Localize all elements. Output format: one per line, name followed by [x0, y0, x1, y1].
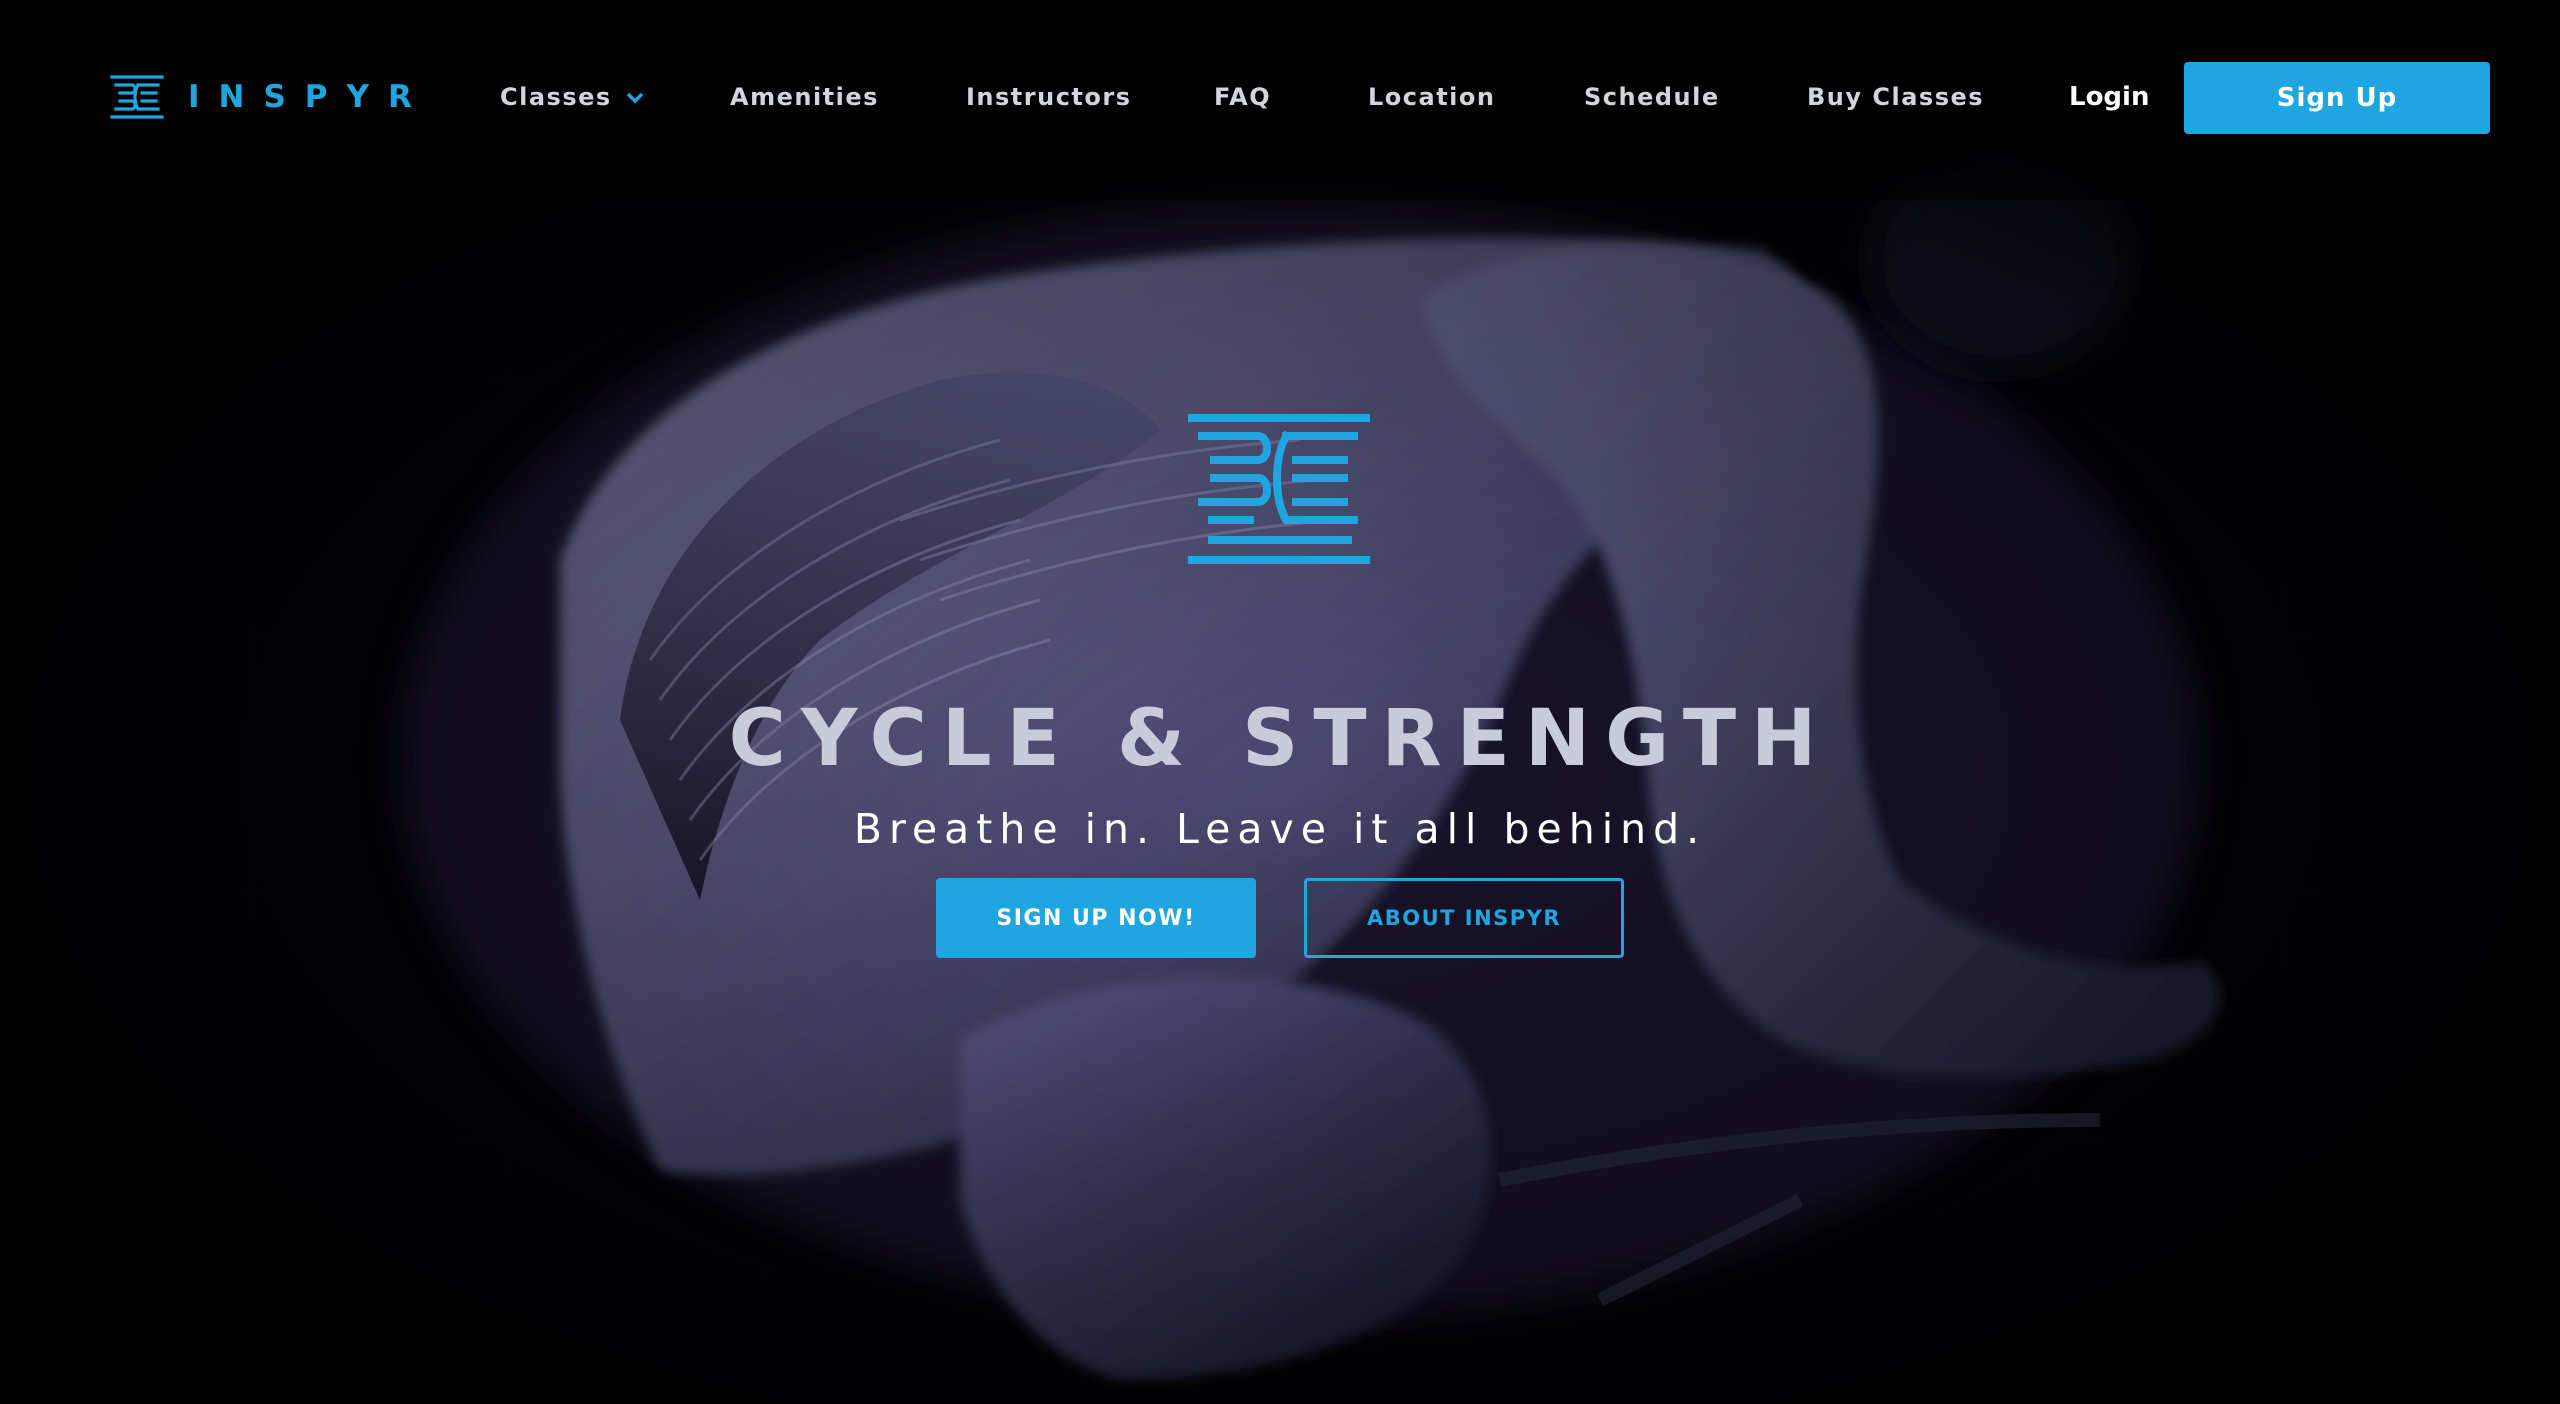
about-inspyr-button[interactable]: ABOUT INSPYR [1304, 878, 1624, 958]
nav-item-faq[interactable]: FAQ [1214, 80, 1271, 114]
landing-page: INSPYR Classes Amenities Instructors FAQ… [0, 0, 2560, 1404]
inspyr-logo-icon [110, 75, 164, 119]
nav-item-buy-classes[interactable]: Buy Classes [1807, 80, 1984, 114]
hero-subtitle: Breathe in. Leave it all behind. [853, 805, 1707, 853]
nav-item-amenities[interactable]: Amenities [730, 80, 879, 114]
brand-name: INSPYR [188, 79, 431, 115]
nav-item-instructors[interactable]: Instructors [966, 80, 1132, 114]
nav-item-schedule[interactable]: Schedule [1584, 80, 1720, 114]
login-link[interactable]: Login [2069, 80, 2149, 114]
nav-item-classes-label: Classes [500, 83, 612, 111]
nav-item-classes[interactable]: Classes [500, 80, 644, 114]
sign-up-now-button[interactable]: SIGN UP NOW! [936, 878, 1256, 958]
inspyr-logo[interactable]: INSPYR [110, 72, 431, 122]
sign-up-button[interactable]: Sign Up [2184, 62, 2490, 134]
nav-item-location[interactable]: Location [1368, 80, 1495, 114]
inspyr-emblem-icon [1188, 412, 1370, 566]
chevron-down-icon [626, 92, 643, 104]
hero-title: CYCLE & STRENGTH [728, 694, 1832, 785]
main-navigation: INSPYR Classes Amenities Instructors FAQ… [0, 0, 2560, 196]
